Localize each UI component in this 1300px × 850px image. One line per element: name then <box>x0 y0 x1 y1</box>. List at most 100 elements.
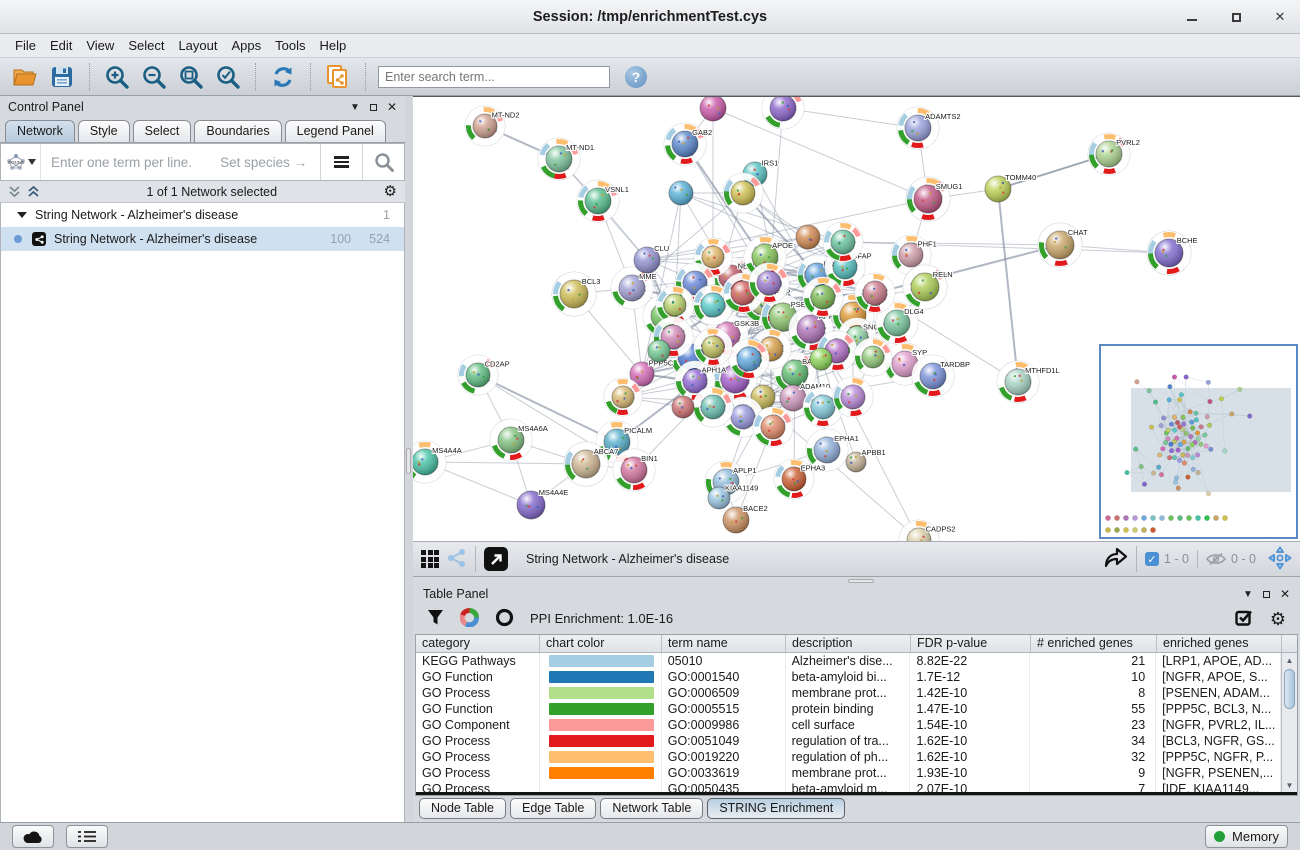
network-node[interactable] <box>669 181 693 205</box>
table-row[interactable]: GO FunctionGO:0005515protein binding1.47… <box>416 701 1281 717</box>
network-node-cadps2[interactable]: CADPS2 <box>899 520 956 541</box>
pan-navigator-icon[interactable] <box>1268 546 1292 573</box>
network-canvas[interactable]: MT-ND2MT-ND1VSNL1GAB2IRS1ADAMTS2SMUG1TOM… <box>413 96 1300 541</box>
cell-gene-count[interactable]: 34 <box>1030 733 1156 749</box>
tab-legend-panel[interactable]: Legend Panel <box>285 120 386 142</box>
column-header-description[interactable]: description <box>786 635 911 652</box>
open-file-icon[interactable] <box>10 62 40 92</box>
splitter-handle[interactable] <box>848 579 874 583</box>
cell-description[interactable]: protein binding <box>786 701 911 717</box>
cell-category[interactable]: GO Process <box>416 765 540 781</box>
tab-string-enrichment[interactable]: STRING Enrichment <box>707 798 845 819</box>
network-node-mt-nd1[interactable]: MT-ND1 <box>538 138 594 180</box>
cell-category[interactable]: GO Process <box>416 749 540 765</box>
cell-chart-color[interactable] <box>540 717 662 733</box>
string-query-placeholder[interactable]: Enter one term per line. <box>41 155 192 170</box>
network-node-mt-nd2[interactable]: MT-ND2 <box>465 106 520 146</box>
menu-view[interactable]: View <box>79 38 121 53</box>
network-node[interactable] <box>823 222 863 262</box>
cell-gene-count[interactable]: 10 <box>1030 669 1156 685</box>
open-in-browser-icon[interactable] <box>484 547 508 571</box>
column-header-enriched-genes[interactable]: enriched genes <box>1157 635 1282 652</box>
cell-description[interactable]: beta-amyloid bi... <box>786 669 911 685</box>
network-row-selected[interactable]: String Network - Alzheimer's disease 100… <box>1 227 404 251</box>
undock-panel-icon[interactable] <box>1263 591 1270 598</box>
cell-enriched-genes[interactable]: [NGFR, PSENEN,... <box>1156 765 1281 781</box>
table-row[interactable]: GO ProcessGO:0019220regulation of ph...1… <box>416 749 1281 765</box>
enrichment-chart-icon[interactable] <box>460 608 479 630</box>
close-panel-icon[interactable]: ✕ <box>387 100 397 114</box>
tab-boundaries[interactable]: Boundaries <box>194 120 281 142</box>
cell-enriched-genes[interactable]: [PPP5C, NGFR, P... <box>1156 749 1281 765</box>
cell-description[interactable]: regulation of ph... <box>786 749 911 765</box>
table-row[interactable]: GO ProcessGO:0051049regulation of tra...… <box>416 733 1281 749</box>
cell-enriched-genes[interactable]: [LRP1, APOE, AD... <box>1156 653 1281 669</box>
splitter-handle[interactable] <box>406 448 411 474</box>
cell-term-name[interactable]: GO:0033619 <box>662 765 786 781</box>
birds-eye-view[interactable] <box>1099 344 1298 539</box>
network-node[interactable] <box>694 328 732 366</box>
select-rows-checkbox-icon[interactable] <box>1235 609 1254 629</box>
network-node-apbb1[interactable]: APBB1 <box>846 448 886 472</box>
cell-category[interactable]: GO Function <box>416 701 540 717</box>
table-row[interactable]: GO ComponentGO:0009986cell surface1.54E-… <box>416 717 1281 733</box>
float-panel-icon[interactable]: ▼ <box>350 102 360 113</box>
network-node-ms4a6a[interactable]: MS4A6A <box>490 419 548 461</box>
tab-network-table[interactable]: Network Table <box>600 798 703 819</box>
tab-network[interactable]: Network <box>5 120 75 142</box>
collection-expand-icon[interactable] <box>17 212 27 218</box>
cell-category[interactable]: GO Process <box>416 685 540 701</box>
cell-enriched-genes[interactable]: [IDE, KIAA1149... <box>1156 781 1281 792</box>
cell-fdr-pvalue[interactable]: 1.54E-10 <box>910 717 1030 733</box>
cell-term-name[interactable]: GO:0050435 <box>662 781 786 792</box>
memory-button[interactable]: Memory <box>1205 825 1288 848</box>
help-icon[interactable]: ? <box>625 66 647 88</box>
network-node-reln[interactable]: RELN <box>903 265 953 309</box>
network-node-gab2[interactable]: GAB2 <box>664 123 712 165</box>
cell-category[interactable]: GO Function <box>416 669 540 685</box>
cell-enriched-genes[interactable]: [PPP5C, BCL3, N... <box>1156 701 1281 717</box>
column-header-fdr-p-value[interactable]: FDR p-value <box>911 635 1031 652</box>
menu-help[interactable]: Help <box>313 38 354 53</box>
network-node[interactable] <box>604 378 642 416</box>
cell-fdr-pvalue[interactable]: 8.82E-22 <box>910 653 1030 669</box>
zoom-in-icon[interactable] <box>102 62 132 92</box>
filter-icon[interactable] <box>427 609 444 629</box>
network-node-tardbp[interactable]: TARDBP <box>912 355 970 397</box>
cell-chart-color[interactable] <box>540 685 662 701</box>
cell-gene-count[interactable]: 55 <box>1030 701 1156 717</box>
menu-layout[interactable]: Layout <box>171 38 224 53</box>
save-session-icon[interactable] <box>47 62 77 92</box>
horizontal-splitter[interactable] <box>413 577 1300 585</box>
network-node-abca7[interactable]: ABCA7 <box>564 442 618 486</box>
network-node-vsnl1[interactable]: VSNL1 <box>577 180 629 222</box>
cell-chart-color[interactable] <box>540 765 662 781</box>
network-node-ms4a4e[interactable]: MS4A4E <box>517 488 568 519</box>
cell-term-name[interactable]: GO:0051049 <box>662 733 786 749</box>
network-collection-row[interactable]: String Network - Alzheimer's disease 1 <box>1 203 404 227</box>
string-options-menu-icon[interactable] <box>320 144 362 180</box>
zoom-selected-icon[interactable] <box>213 62 243 92</box>
cell-enriched-genes[interactable]: [NGFR, APOE, S... <box>1156 669 1281 685</box>
cell-enriched-genes[interactable]: [NGFR, PVRL2, IL... <box>1156 717 1281 733</box>
cell-description[interactable]: beta-amyloid m... <box>786 781 911 792</box>
network-node-ppp5c[interactable]: PPP5C <box>630 359 674 386</box>
expand-all-icon[interactable] <box>27 186 40 198</box>
network-node[interactable] <box>833 377 873 417</box>
menu-select[interactable]: Select <box>121 38 171 53</box>
network-node-bace2[interactable]: BACE2 <box>723 504 768 533</box>
export-network-icon[interactable] <box>1102 546 1128 573</box>
table-row[interactable]: GO ProcessGO:0006509membrane prot...1.42… <box>416 685 1281 701</box>
network-node-tomm40[interactable]: TOMM40 <box>985 173 1036 202</box>
menu-tools[interactable]: Tools <box>268 38 312 53</box>
zoom-fit-icon[interactable] <box>176 62 206 92</box>
close-button[interactable]: ✕ <box>1272 9 1288 25</box>
cell-fdr-pvalue[interactable]: 2.07E-10 <box>910 781 1030 792</box>
network-node[interactable] <box>753 407 793 447</box>
string-search-icon[interactable] <box>362 144 404 180</box>
cell-description[interactable]: membrane prot... <box>786 685 911 701</box>
cell-gene-count[interactable]: 32 <box>1030 749 1156 765</box>
cell-category[interactable]: GO Process <box>416 781 540 792</box>
cell-gene-count[interactable]: 8 <box>1030 685 1156 701</box>
cell-term-name[interactable]: GO:0006509 <box>662 685 786 701</box>
